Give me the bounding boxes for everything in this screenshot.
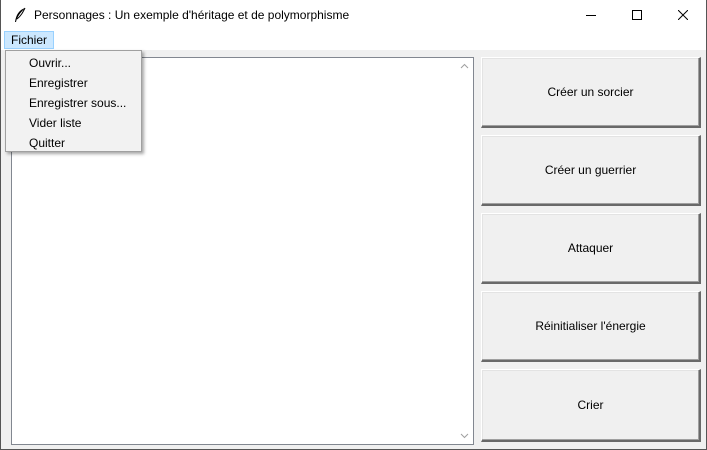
title-bar[interactable]: Personnages : Un exemple d'héritage et d… <box>1 0 706 30</box>
menu-fichier[interactable]: Fichier <box>4 31 55 49</box>
menu-item-save-as[interactable]: Enregistrer sous... <box>6 94 141 114</box>
menu-item-quit[interactable]: Quitter <box>6 134 141 154</box>
scroll-down-icon[interactable] <box>460 431 469 440</box>
maximize-button[interactable] <box>614 0 660 30</box>
shout-button[interactable]: Crier <box>481 369 701 442</box>
create-warrior-button[interactable]: Créer un guerrier <box>481 135 701 206</box>
reset-energy-button[interactable]: Réinitialiser l'énergie <box>481 291 701 362</box>
menu-item-save[interactable]: Enregistrer <box>6 74 141 94</box>
menu-item-open[interactable]: Ouvrir... <box>6 54 141 74</box>
listbox-scrollbar[interactable] <box>456 58 473 444</box>
scroll-up-icon[interactable] <box>460 62 469 71</box>
minimize-icon <box>586 15 596 16</box>
window-title: Personnages : Un exemple d'héritage et d… <box>34 8 350 22</box>
menu-bar: Fichier <box>1 30 706 50</box>
minimize-button[interactable] <box>568 0 614 30</box>
feather-icon <box>13 7 27 23</box>
close-button[interactable] <box>660 0 706 30</box>
menu-item-clear-list[interactable]: Vider liste <box>6 114 141 134</box>
close-icon <box>678 10 688 20</box>
app-window: Personnages : Un exemple d'héritage et d… <box>0 0 707 450</box>
maximize-icon <box>632 10 642 20</box>
file-menu-dropdown: Ouvrir... Enregistrer Enregistrer sous..… <box>5 50 142 152</box>
create-sorcerer-button[interactable]: Créer un sorcier <box>481 57 701 128</box>
attack-button[interactable]: Attaquer <box>481 213 701 284</box>
